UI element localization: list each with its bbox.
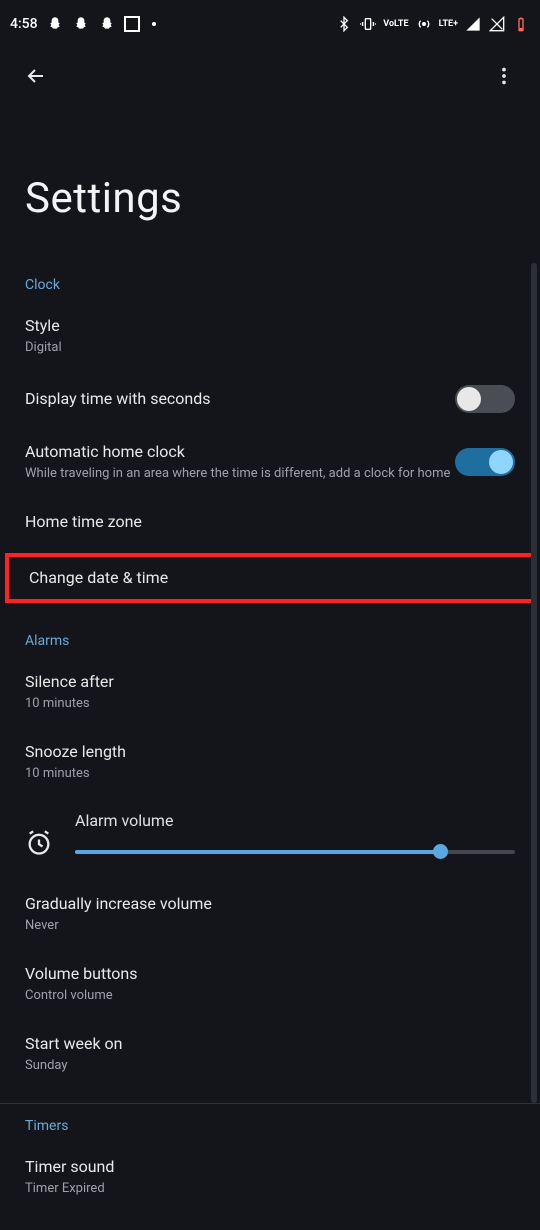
display-seconds-switch[interactable] <box>455 385 515 413</box>
setting-change-date-time[interactable]: Change date & time <box>5 553 535 603</box>
back-button[interactable] <box>16 56 56 96</box>
status-time: 4:58 <box>10 16 38 32</box>
vibrate-icon <box>359 15 377 33</box>
setting-start-week-on[interactable]: Start week on Sunday <box>0 1019 540 1089</box>
setting-value: 10 minutes <box>25 765 515 783</box>
setting-title: Gradually increase volume <box>25 1226 212 1230</box>
hotspot-icon <box>415 15 433 33</box>
automatic-home-clock-switch[interactable] <box>455 448 515 476</box>
setting-title: Automatic home clock <box>25 441 455 463</box>
setting-timer-sound[interactable]: Timer sound Timer Expired <box>0 1142 540 1212</box>
scrollbar[interactable] <box>531 263 537 1103</box>
section-header-alarms: Alarms <box>0 609 540 657</box>
settings-list[interactable]: Clock Style Digital Display time with se… <box>0 263 540 1230</box>
screen: 4:58 VoLTE <box>0 0 540 1230</box>
setting-gradually-increase-volume[interactable]: Gradually increase volume Never <box>0 879 540 949</box>
setting-home-time-zone[interactable]: Home time zone <box>0 497 540 547</box>
setting-title: Start week on <box>25 1033 515 1055</box>
status-bar-left: 4:58 <box>10 15 156 33</box>
alarm-volume-slider[interactable] <box>75 850 515 854</box>
signal-icon <box>464 15 482 33</box>
setting-automatic-home-clock[interactable]: Automatic home clock While traveling in … <box>0 427 540 497</box>
more-notifications-dot <box>152 22 156 26</box>
setting-snooze-length[interactable]: Snooze length 10 minutes <box>0 727 540 797</box>
section-header-clock: Clock <box>0 263 540 301</box>
setting-title: Snooze length <box>25 741 515 763</box>
app-bar <box>0 48 540 104</box>
setting-title: Gradually increase volume <box>25 893 515 915</box>
setting-description: While traveling in an area where the tim… <box>25 465 455 483</box>
alarm-clock-icon <box>25 829 53 857</box>
setting-title: Style <box>25 315 515 337</box>
media-notification-icon <box>124 16 140 32</box>
network-type-indicator: LTE+ <box>439 20 458 29</box>
setting-timer-gradually-increase-volume[interactable]: Gradually increase volume <box>0 1212 540 1230</box>
page-title: Settings <box>0 104 540 263</box>
snapchat-icon <box>98 15 116 33</box>
setting-value: Timer Expired <box>25 1180 515 1198</box>
setting-value: Sunday <box>25 1057 515 1075</box>
status-bar: 4:58 VoLTE <box>0 0 540 48</box>
setting-title: Home time zone <box>25 511 515 533</box>
section-header-timers: Timers <box>0 1104 540 1142</box>
setting-style[interactable]: Style Digital <box>0 301 540 371</box>
setting-value: Control volume <box>25 987 515 1005</box>
volte-indicator: VoLTE <box>383 20 408 29</box>
setting-title: Timer sound <box>25 1156 515 1178</box>
bluetooth-icon <box>335 15 353 33</box>
setting-title: Volume buttons <box>25 963 515 985</box>
setting-silence-after[interactable]: Silence after 10 minutes <box>0 657 540 727</box>
snapchat-icon <box>46 15 64 33</box>
snapchat-icon <box>72 15 90 33</box>
setting-value: 10 minutes <box>25 695 515 713</box>
overflow-menu-button[interactable] <box>484 56 524 96</box>
setting-display-seconds[interactable]: Display time with seconds <box>0 371 540 427</box>
status-bar-right: VoLTE LTE+ <box>335 15 530 33</box>
setting-volume-buttons[interactable]: Volume buttons Control volume <box>0 949 540 1019</box>
setting-title: Display time with seconds <box>25 388 455 410</box>
setting-value: Never <box>25 917 515 935</box>
battery-icon <box>512 15 530 33</box>
more-vert-icon <box>493 65 515 87</box>
setting-title: Silence after <box>25 671 515 693</box>
arrow-back-icon <box>24 64 48 88</box>
setting-alarm-volume: Alarm volume <box>0 797 540 879</box>
setting-value: Digital <box>25 339 515 357</box>
setting-title: Change date & time <box>29 567 511 589</box>
alarm-volume-label: Alarm volume <box>75 811 515 830</box>
signal-secondary-icon <box>488 15 506 33</box>
